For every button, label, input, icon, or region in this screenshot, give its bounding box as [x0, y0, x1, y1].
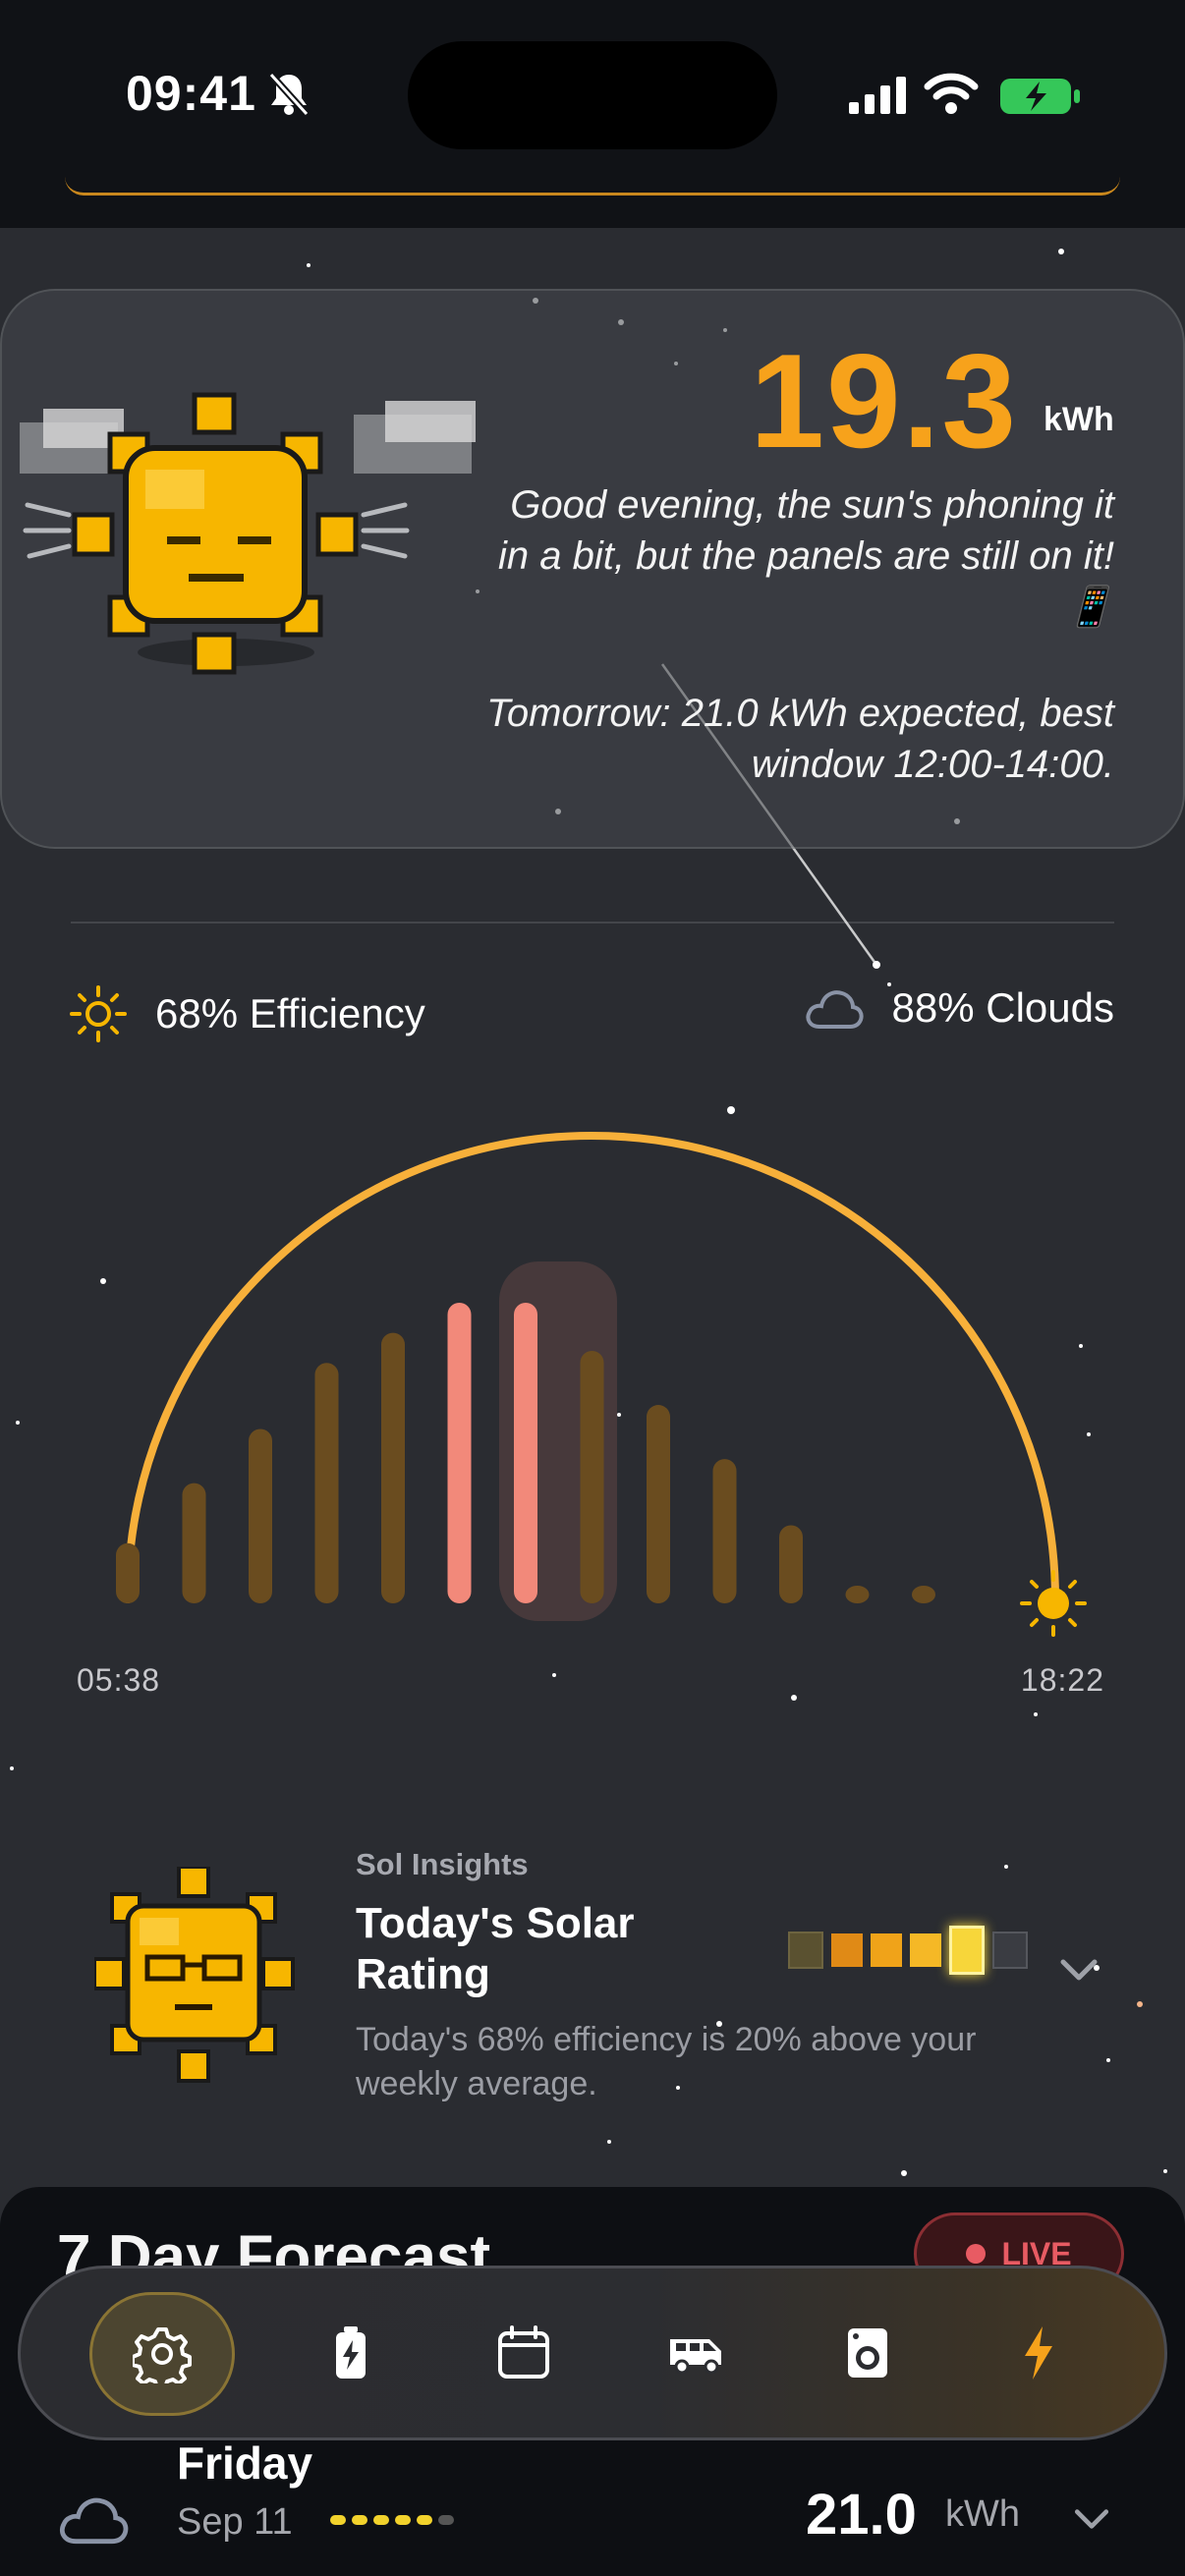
energy-unit: kWh: [1044, 401, 1114, 438]
sunset-sun-icon: [1020, 1570, 1087, 1637]
divider: [71, 922, 1114, 924]
forecast-day-rating: [330, 2515, 454, 2525]
rating-block-4: [910, 1933, 941, 1967]
nav-energy[interactable]: [989, 2304, 1088, 2402]
production-bar: [912, 1586, 935, 1603]
solar-rating-meter: [788, 1926, 1028, 1975]
expand-chevron-icon[interactable]: [1059, 1957, 1099, 1983]
washer-icon: [848, 2328, 887, 2378]
production-bar: [381, 1332, 405, 1603]
clouds-stat: 88% Clouds: [804, 984, 1114, 1032]
rating-block-1: [788, 1932, 823, 1969]
rating-block-3: [871, 1933, 902, 1967]
insight-title: Today's Solar Rating: [356, 1899, 635, 1998]
forecast-day-name: Friday: [177, 2437, 313, 2489]
settings-icon: [133, 2327, 192, 2383]
production-bar: [580, 1350, 604, 1603]
efficiency-label: 68% Efficiency: [155, 990, 425, 1036]
sunset-time: 18:22: [1020, 1662, 1104, 1698]
nav-battery[interactable]: [302, 2304, 400, 2402]
production-bar: [779, 1525, 803, 1603]
forecast-day-unit: kWh: [945, 2493, 1020, 2535]
nav-settings[interactable]: [89, 2292, 235, 2416]
nav-calendar[interactable]: [475, 2304, 573, 2402]
sunrise-time: 05:38: [77, 1662, 161, 1698]
rating-block-2: [831, 1933, 863, 1967]
production-bar: [249, 1428, 272, 1603]
cloud-icon: [806, 990, 864, 1029]
production-bar: [845, 1586, 870, 1603]
production-bar: [116, 1542, 140, 1603]
header-edge: [65, 177, 1120, 196]
production-bar: [182, 1483, 206, 1603]
bottom-nav: [18, 2266, 1167, 2440]
dynamic-island: [408, 41, 777, 149]
rating-block-6: [992, 1932, 1028, 1969]
production-chart: [116, 1132, 1087, 1637]
production-bar: [647, 1405, 670, 1603]
peak-production-bar: [447, 1303, 472, 1603]
insight-kicker: Sol Insights: [356, 1847, 529, 1881]
battery-icon: [336, 2326, 366, 2379]
cellular-signal-icon: [849, 77, 906, 114]
production-bar: [314, 1363, 339, 1603]
status-time: 09:41: [126, 66, 256, 121]
clouds-label: 88% Clouds: [891, 984, 1114, 1031]
pixel-sun-glasses-illustration: [94, 1867, 295, 2083]
forecast-day-kwh: 21.0: [806, 2483, 917, 2547]
cloud-icon: [59, 2497, 129, 2545]
rating-block-5: [949, 1926, 985, 1975]
nav-appliance[interactable]: [818, 2304, 917, 2402]
energy-value: 19.3: [750, 326, 1018, 476]
battery-charging-icon: [1000, 79, 1080, 114]
sun-icon: [70, 985, 127, 1042]
lightning-icon: [1025, 2326, 1052, 2380]
live-dot: [966, 2244, 987, 2264]
insight-description: Today's 68% efficiency is 20% above your…: [356, 2021, 977, 2102]
wifi-icon: [924, 73, 979, 114]
tomorrow-forecast: Tomorrow: 21.0 kWh expected, best window…: [486, 692, 1114, 786]
nav-vehicle[interactable]: [648, 2304, 746, 2402]
van-icon: [670, 2339, 721, 2375]
efficiency-stat: 68% Efficiency: [69, 984, 425, 1043]
forecast-day-date: Sep 11: [177, 2501, 293, 2543]
production-bar: [712, 1459, 737, 1603]
pixel-sun-clouds-illustration: [20, 392, 476, 675]
greeting-message: Good evening, the sun's phoning it in a …: [497, 483, 1114, 629]
bell-slash-icon: [268, 72, 310, 117]
peak-production-bar: [514, 1303, 537, 1603]
chevron-down-icon[interactable]: [1073, 2507, 1110, 2531]
calendar-icon: [498, 2325, 549, 2379]
